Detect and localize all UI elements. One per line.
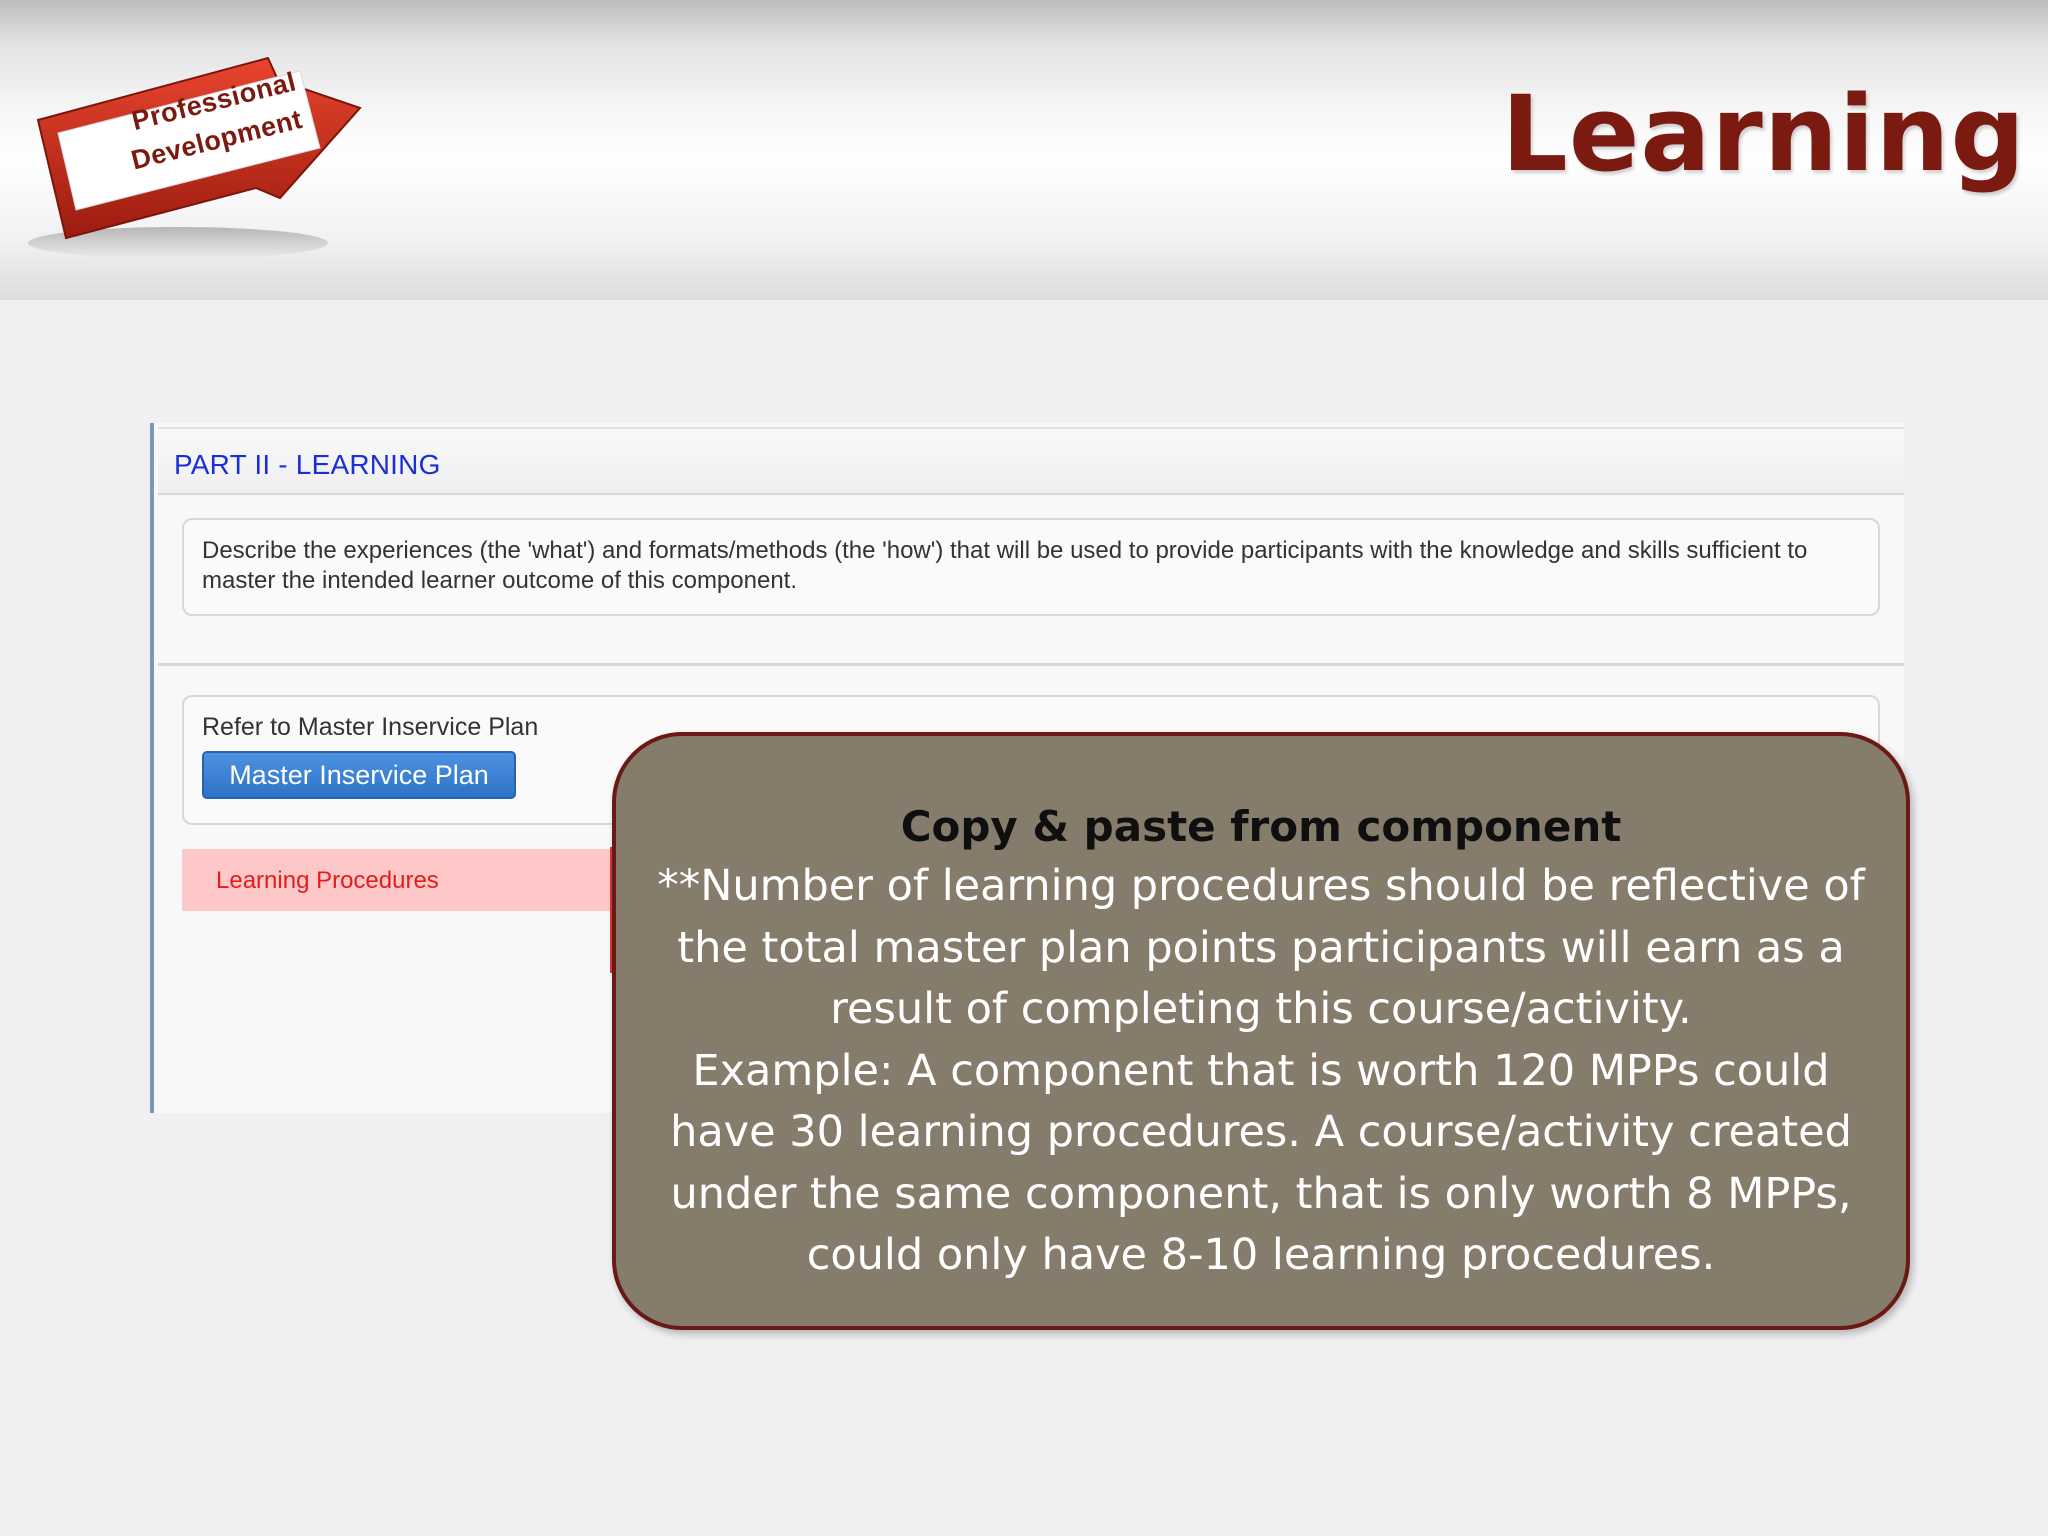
professional-development-logo: Professional Development [28,38,388,268]
callout-line-7: could only have 8-10 learning procedures… [806,1230,1716,1280]
section-title: PART II - LEARNING [174,449,441,480]
section-divider [158,663,1904,666]
learning-procedures-label: Learning Procedures [216,867,439,894]
description-box: Describe the experiences (the 'what') an… [182,518,1880,616]
slide-title: Learning [1501,73,2026,195]
callout-body: **Number of learning procedures should b… [641,856,1881,1287]
section-header: PART II - LEARNING [158,427,1904,495]
description-text: Describe the experiences (the 'what') an… [202,537,1808,594]
callout-line-1: **Number of learning procedures should b… [657,861,1865,911]
callout-heading: Copy & paste from component [900,802,1622,851]
callout-line-4: Example: A component that is worth 120 M… [692,1045,1830,1096]
callout-line-2: the total master plan points participant… [677,922,1845,973]
refer-label: Refer to Master Inservice Plan [202,713,539,741]
callout-line-5: have 30 learning procedures. A course/ac… [670,1107,1852,1157]
callout-line-3: result of completing this course/activit… [830,984,1692,1034]
callout-line-6: under the same component, that is only w… [670,1168,1852,1219]
callout-box: Copy & paste from component **Number of … [612,732,1910,1330]
learning-procedures-row: Learning Procedures [182,849,612,911]
master-inservice-plan-button[interactable]: Master Inservice Plan [202,751,516,799]
